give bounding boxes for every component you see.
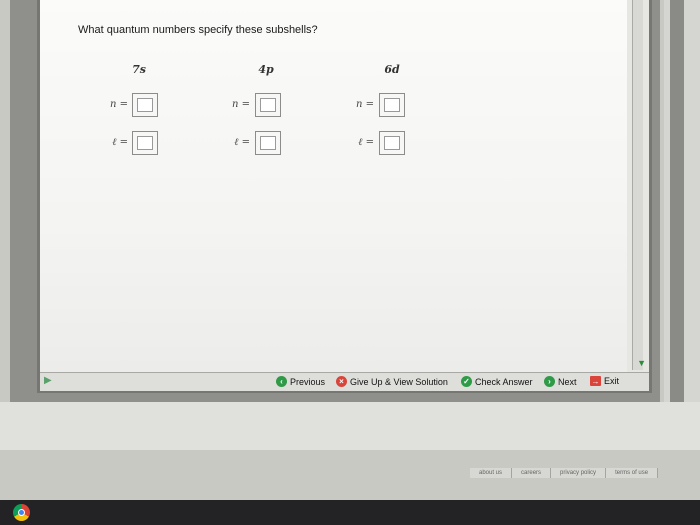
collapse-arrow-icon[interactable]: ▶: [44, 375, 52, 386]
previous-button[interactable]: ‹ Previous: [276, 376, 325, 387]
footer-link-privacy[interactable]: privacy policy: [551, 468, 607, 478]
arrow-left-icon: ‹: [276, 376, 287, 387]
next-label: Next: [558, 376, 577, 387]
n-input-3[interactable]: [379, 93, 405, 117]
footer-link-terms[interactable]: terms of use: [606, 468, 659, 478]
question-panel: What quantum numbers specify these subsh…: [40, 0, 627, 372]
l-input-1[interactable]: [132, 131, 158, 155]
footer-links: about us careers privacy policy terms of…: [470, 468, 659, 478]
subshell-header-1: 7s: [132, 63, 146, 76]
check-answer-label: Check Answer: [475, 376, 533, 387]
chrome-icon[interactable]: [13, 504, 30, 521]
n-input-1[interactable]: [132, 93, 158, 117]
exit-icon: →: [590, 376, 601, 386]
next-button[interactable]: › Next: [544, 376, 577, 387]
close-circle-icon: ×: [336, 376, 347, 387]
page-scrollbar[interactable]: [670, 0, 684, 420]
question-prompt: What quantum numbers specify these subsh…: [78, 24, 318, 36]
question-container: What quantum numbers specify these subsh…: [37, 0, 652, 393]
taskbar: [0, 500, 700, 525]
scroll-down-icon[interactable]: ▼: [637, 358, 646, 368]
exit-button[interactable]: → Exit: [590, 376, 619, 386]
give-up-button[interactable]: × Give Up & View Solution: [336, 376, 448, 387]
check-icon: ✓: [461, 376, 472, 387]
right-scroll-region: [664, 0, 700, 450]
navigation-toolbar: ▶ ‹ Previous × Give Up & View Solution ✓…: [40, 372, 649, 391]
l-label-2: ℓ =: [234, 137, 250, 148]
arrow-right-icon: ›: [544, 376, 555, 387]
n-label-1: n =: [110, 99, 128, 110]
exit-label: Exit: [604, 376, 620, 386]
assignment-frame: What quantum numbers specify these subsh…: [10, 0, 660, 402]
page-content-area: [0, 402, 700, 450]
n-label-3: n =: [356, 99, 374, 110]
l-label-1: ℓ =: [112, 137, 128, 148]
l-label-3: ℓ =: [358, 137, 374, 148]
l-input-3[interactable]: [379, 131, 405, 155]
previous-label: Previous: [290, 376, 326, 387]
footer-link-careers[interactable]: careers: [512, 468, 552, 478]
n-label-2: n =: [232, 99, 250, 110]
subshell-header-3: 6d: [384, 63, 400, 76]
l-input-2[interactable]: [255, 131, 281, 155]
check-answer-button[interactable]: ✓ Check Answer: [461, 376, 533, 387]
footer-link-about[interactable]: about us: [470, 468, 513, 478]
subshell-header-2: 4p: [258, 63, 274, 76]
vertical-scrollbar[interactable]: [632, 0, 643, 370]
n-input-2[interactable]: [255, 93, 281, 117]
give-up-label: Give Up & View Solution: [350, 376, 448, 387]
